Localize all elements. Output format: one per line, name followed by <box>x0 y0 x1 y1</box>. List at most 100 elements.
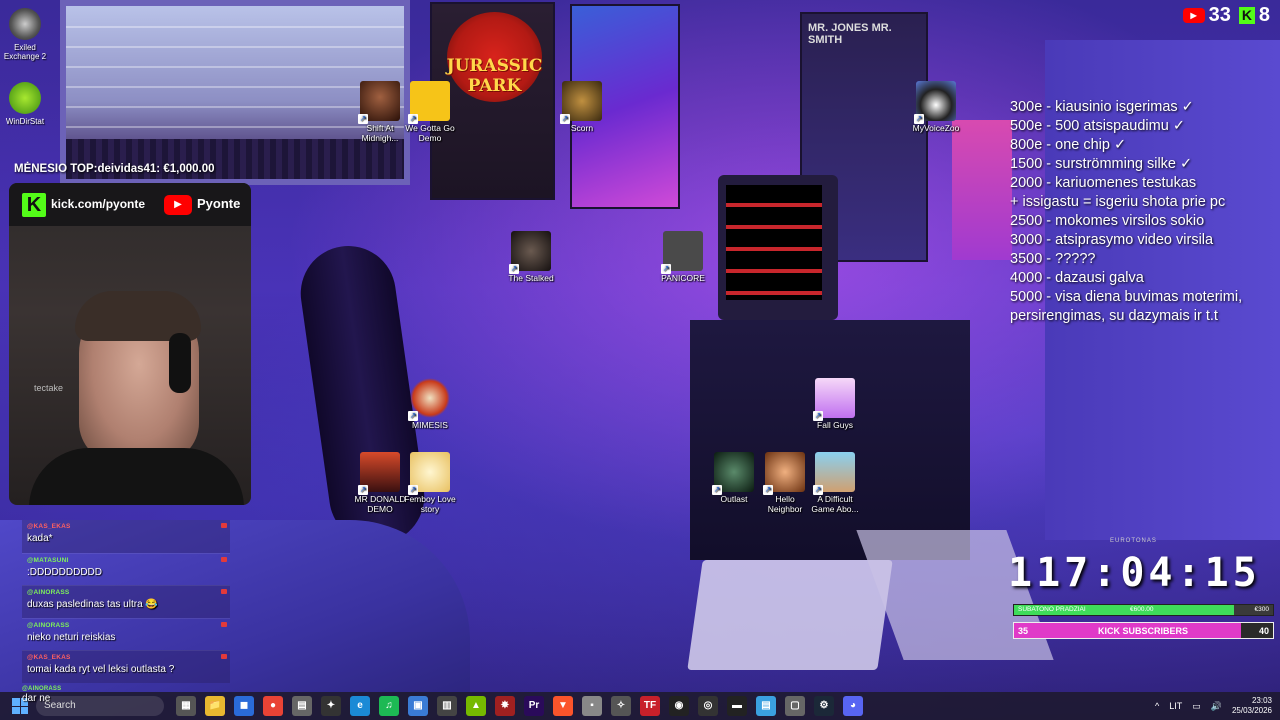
taskbar-app-4-icon[interactable]: ✸ <box>495 696 515 716</box>
desktop-icon-mimesis[interactable]: MIMESIS <box>402 378 458 430</box>
chat-user: @AINORASS <box>27 621 70 629</box>
the-stalked-icon <box>509 231 551 274</box>
viewer-counters: ▶ 33 K 8 <box>1182 4 1270 27</box>
headphones <box>169 333 191 393</box>
desktop-icon-femboy[interactable]: Femboy Love story <box>402 452 458 514</box>
panicore-icon <box>661 231 703 274</box>
desktop-icon-exiled-exchange[interactable]: Exiled Exchange 2 <box>1 8 49 61</box>
taskbar-app-6-icon[interactable]: ✧ <box>611 696 631 716</box>
clock[interactable]: 23:03 25/03/2026 <box>1232 696 1272 716</box>
desktop-icon-shift[interactable]: Shift At Midnigh... <box>352 81 408 143</box>
kick-badge-icon <box>221 523 227 528</box>
taskbar-notepad-icon[interactable]: ▤ <box>756 696 776 716</box>
chat-user: @AINORASS <box>27 589 70 597</box>
clock-date: 25/03/2026 <box>1231 706 1272 715</box>
taskbar-file-explorer-icon[interactable]: 📁 <box>205 696 225 716</box>
kick-url: kick.com/pyonte <box>51 197 146 211</box>
chat-user: @AINORASS <box>22 686 62 692</box>
youtube-viewer-count: 33 <box>1208 4 1231 26</box>
taskbar-brave-icon[interactable]: ▼ <box>553 696 573 716</box>
chat-text: nieko neturi reiskias <box>27 631 116 643</box>
chat-message: @AINORASS duxas pasledinas tas ultra 😂 <box>22 585 230 618</box>
hello-neighbor-icon <box>763 452 805 495</box>
top-donor-banner: MĖNESIO TOP:deividas41: €1,000.00 <box>14 163 215 175</box>
subathon-header: EUROTONAS <box>1110 538 1157 544</box>
outlast-icon <box>712 452 754 495</box>
goal-line: 2500 - mokomes virsilos sokio <box>1010 213 1205 229</box>
taskbar-premiere-icon[interactable]: Pr <box>524 696 544 716</box>
taskbar-edge-icon[interactable]: e <box>350 696 370 716</box>
chat-user: @KAS_EKAS <box>27 654 71 662</box>
taskbar-obs-icon[interactable]: ◎ <box>698 696 718 716</box>
taskbar-tf-icon[interactable]: TF <box>640 696 660 716</box>
desktop-icon-panicore[interactable]: PANICORE <box>655 231 711 283</box>
kick-subs-label: KICK SUBSCRIBERS <box>1098 626 1189 636</box>
taskbar-store-icon[interactable]: ◼ <box>234 696 254 716</box>
taskbar-nvidia-icon[interactable]: ▲ <box>466 696 486 716</box>
desktop-icon-difficult-game[interactable]: A Difficult Game Abo... <box>807 452 863 514</box>
taskbar-app-5-icon[interactable]: ▪ <box>582 696 602 716</box>
donation-goals: 300e - kiausinio isgerimas ✓ 500e - 500 … <box>1010 98 1242 326</box>
desktop-icon-outlast[interactable]: Outlast <box>706 452 762 504</box>
exiled-exchange-icon <box>9 8 41 40</box>
taskbar-photos-icon[interactable]: ▣ <box>408 696 428 716</box>
desktop-icon-myvoicezoo[interactable]: MyVoiceZoo <box>908 81 964 133</box>
language-indicator[interactable]: LIT <box>1169 701 1182 711</box>
taskbar-chrome-icon[interactable]: ● <box>263 696 283 716</box>
desktop-icon-scorn[interactable]: Scorn <box>554 81 610 133</box>
pink-poster <box>952 120 1012 260</box>
desktop-icon-hello-neighbor[interactable]: Hello Neighbor <box>757 452 813 514</box>
webcam-frame: tectake K kick.com/pyonte ▶ Pyonte <box>9 183 251 505</box>
chat-text: kada* <box>27 533 53 544</box>
desktop-icon-mrdonald[interactable]: MR DONALD DEMO <box>352 452 408 514</box>
chat-message: @KAS_EKAS kada* <box>22 520 230 553</box>
taskbar-terminal-icon[interactable]: ▬ <box>727 696 747 716</box>
taskbar-app-7-icon[interactable]: ◉ <box>669 696 689 716</box>
difficult-game-icon <box>813 452 855 495</box>
we-gotta-go-icon <box>408 81 450 124</box>
chat-text: tomai kada ryt vel leksi outlasta ? <box>27 664 175 676</box>
taskbar-app-3-icon[interactable]: ▥ <box>437 696 457 716</box>
kick-subs-goal: 40 <box>1258 626 1269 636</box>
desktop-icon-wegotta[interactable]: We Gotta Go Demo <box>402 81 458 143</box>
kick-viewer-count: 8 <box>1258 4 1270 26</box>
tray-chevron-icon[interactable]: ^ <box>1155 701 1159 711</box>
mr-donald-icon <box>358 452 400 495</box>
kick-badge-icon <box>221 654 227 660</box>
taskbar-discord-icon[interactable]: ◕ <box>843 696 863 716</box>
myvoicezoo-icon <box>914 81 956 124</box>
network-icon[interactable]: ▭ <box>1192 701 1201 712</box>
volume-icon[interactable]: 🔊 <box>1211 701 1222 712</box>
taskbar-spotify-icon[interactable]: ♫ <box>379 696 399 716</box>
kick-logo-icon: K <box>22 193 46 217</box>
windirstat-icon <box>9 82 41 114</box>
kick-subs-current: 35 <box>1018 626 1029 636</box>
taskbar-task-view-icon[interactable]: ▦ <box>176 696 196 716</box>
kick-badge-icon <box>221 621 227 627</box>
pizza-box <box>687 560 893 670</box>
chat-text: :DDDDDDDDDD <box>27 566 102 578</box>
crt-tv <box>718 175 838 320</box>
subathon-timer: 117:04:15 <box>1008 550 1261 596</box>
goal-line: + issigastu = isgeriu shota prie pc <box>1010 194 1226 210</box>
goal-line: 3000 - atsiprasymo video virsila <box>1010 232 1214 248</box>
chat-message: @MATASUNI :DDDDDDDDDD <box>22 552 230 586</box>
kick-badge-icon <box>221 589 227 595</box>
taskbar-steam-icon[interactable]: ⚙ <box>814 696 834 716</box>
subathon-current: €600.00 <box>1130 606 1154 613</box>
desktop-icon-windirstat[interactable]: WinDirStat <box>1 82 49 126</box>
socials-bar: K kick.com/pyonte ▶ Pyonte <box>9 183 251 226</box>
desktop-icon-stalked[interactable]: The Stalked <box>503 231 559 283</box>
chat-message: @AINORASS dar ne <box>22 686 62 704</box>
goal-line: 5000 - visa diena buvimas moterimi, <box>1010 289 1243 305</box>
goal-line: 800e - one chip ✓ <box>1010 137 1127 153</box>
goal-line: 300e - kiausinio isgerimas ✓ <box>1010 99 1194 115</box>
kick-subs-bar: 35 KICK SUBSCRIBERS 40 <box>1013 622 1274 639</box>
scorn-icon <box>560 81 602 124</box>
taskbar-app-2-icon[interactable]: ✦ <box>321 696 341 716</box>
taskbar-app-1-icon[interactable]: ▤ <box>292 696 312 716</box>
taskbar-app-8-icon[interactable]: ▢ <box>785 696 805 716</box>
desktop-icon-fallguys[interactable]: Fall Guys <box>807 378 863 430</box>
chat-text: dar ne <box>22 693 51 704</box>
taskbar: Search ▦ 📁 ◼ ● ▤ ✦ e ♫ ▣ ▥ ▲ ✸ Pr ▼ ▪ ✧ TF ◉ ◎ ▬ ▤ ▢ ⚙ ◕ ^ LIT … <box>0 692 1280 720</box>
